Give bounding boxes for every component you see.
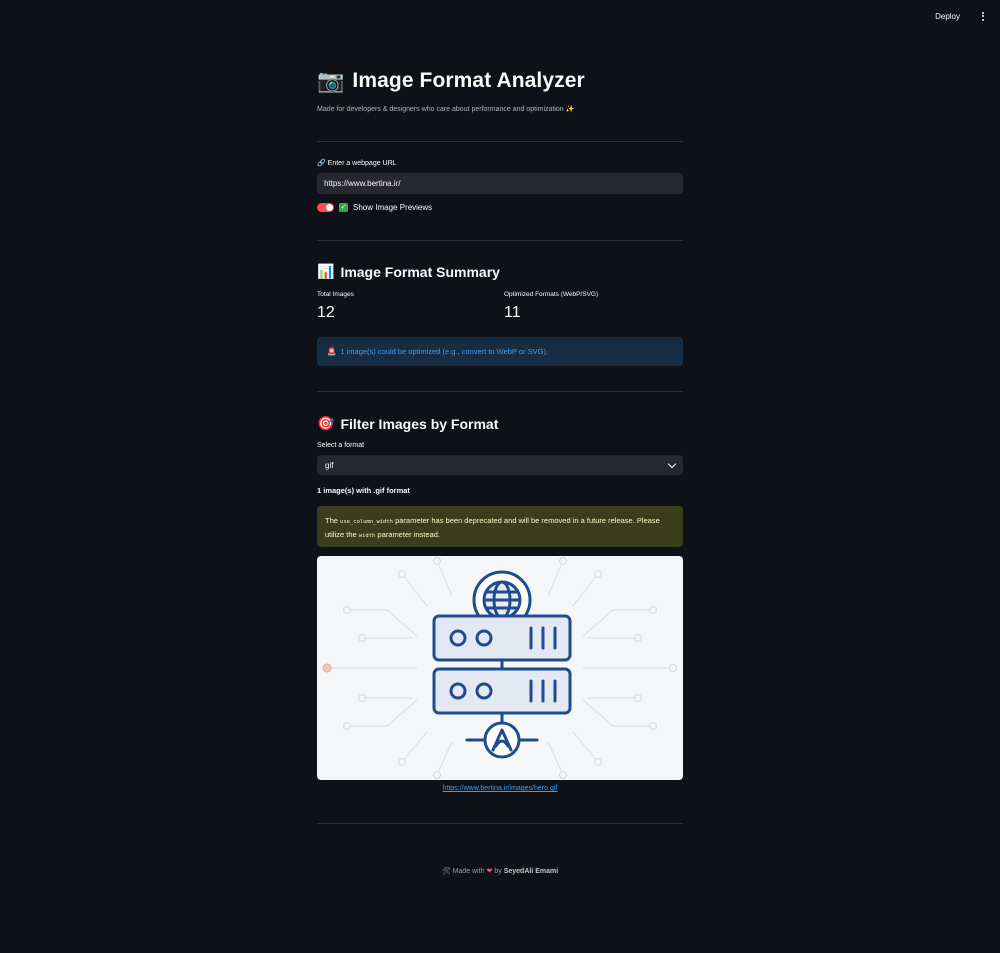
siren-icon: 🚨 — [327, 347, 337, 356]
deploy-button[interactable]: Deploy — [927, 8, 968, 25]
divider — [317, 240, 683, 241]
chevron-down-icon — [667, 459, 677, 468]
metric-label-optimized: Optimized Formats (WebP/SVG) — [504, 291, 599, 298]
divider — [317, 141, 683, 142]
url-field-label: 🔗 Enter a webpage URL — [317, 159, 397, 167]
target-icon: 🎯 — [317, 415, 335, 431]
footer-by: by — [494, 868, 502, 875]
heart-icon: ❤ — [486, 868, 493, 875]
image-preview — [317, 556, 683, 780]
format-select[interactable]: gif — [317, 455, 683, 475]
camera-icon: 📷 — [317, 68, 345, 93]
preview-toggle-row[interactable]: ✓ Show Image Previews — [317, 203, 432, 212]
link-icon: 🔗 — [317, 160, 326, 167]
top-toolbar: Deploy — [0, 0, 1000, 32]
info-alert-text: 1 image(s) could be optimized (e.g., con… — [340, 347, 549, 356]
optimization-info-alert: 🚨 1 image(s) could be optimized (e.g., c… — [317, 337, 683, 366]
footer-author: SeyedAli Emami — [503, 868, 559, 875]
format-select-label: Select a format — [317, 442, 365, 449]
deprecation-warning: The use_column_width parameter has been … — [317, 506, 683, 547]
image-source-link[interactable]: https://www.bertina.ir/images/hero.gif — [317, 785, 683, 792]
format-select-value: gif — [325, 460, 334, 470]
warning-code-width: width — [358, 532, 376, 539]
warning-prefix: The — [325, 516, 341, 525]
check-mark-icon: ✓ — [339, 203, 348, 212]
preview-toggle[interactable] — [317, 203, 334, 212]
filter-header: 🎯 Filter Images by Format — [317, 415, 498, 432]
warning-code-param: use_column_width — [340, 519, 393, 525]
divider — [317, 823, 683, 824]
metric-value-total: 12 — [317, 304, 335, 321]
url-input[interactable]: https://www.bertina.ir/ — [317, 173, 683, 194]
bar-chart-icon: 📊 — [317, 263, 335, 279]
title-row: 📷 Image Format Analyzer — [317, 68, 585, 94]
main-menu-icon[interactable] — [976, 9, 990, 23]
filter-title: Filter Images by Format — [340, 415, 499, 432]
summary-header: 📊 Image Format Summary — [317, 263, 500, 280]
server-globe-illustration — [322, 556, 678, 780]
divider — [317, 391, 683, 392]
metric-value-optimized: 11 — [504, 304, 521, 321]
url-label-text: Enter a webpage URL — [327, 160, 397, 167]
filtered-count-text: 1 image(s) with .gif format — [317, 486, 410, 495]
tools-icon: 🛠 — [441, 868, 451, 875]
preview-toggle-label: Show Image Previews — [353, 203, 433, 212]
warning-suffix: parameter instead. — [375, 529, 440, 539]
url-input-value: https://www.bertina.ir/ — [324, 179, 401, 188]
metric-label-total: Total Images — [317, 291, 354, 298]
summary-title: Image Format Summary — [340, 263, 500, 280]
page-title: Image Format Analyzer — [352, 69, 585, 92]
footer: 🛠 Made with ❤ by SeyedAli Emami — [317, 867, 683, 875]
page-subtitle: Made for developers & designers who care… — [317, 106, 575, 113]
footer-prefix: Made with — [452, 868, 485, 875]
